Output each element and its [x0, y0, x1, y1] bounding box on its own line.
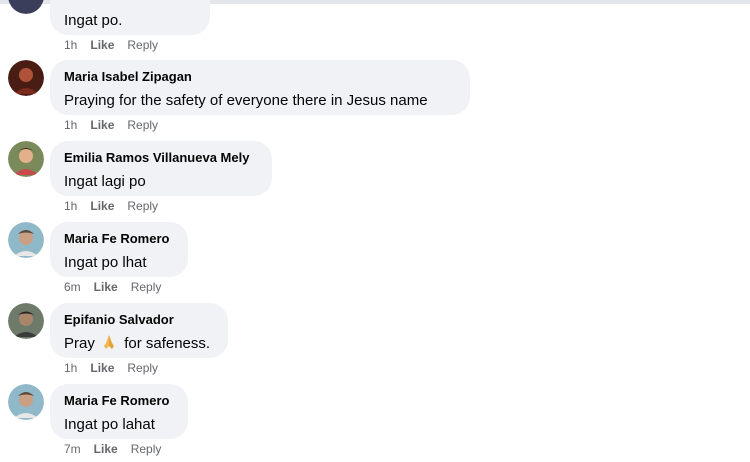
avatar[interactable] [8, 0, 44, 14]
reply-button[interactable]: Reply [131, 279, 162, 295]
comment-actions: 1h Like Reply [64, 117, 171, 133]
avatar[interactable] [8, 60, 44, 96]
reply-button[interactable]: Reply [127, 198, 158, 214]
comment-author[interactable]: Epifanio Salvador [64, 311, 215, 328]
comment-bubble: Maria Isabel Zipagan Praying for the saf… [50, 60, 470, 115]
reply-button[interactable]: Reply [127, 117, 158, 133]
comment-text: Praying for the safety of everyone there… [64, 92, 428, 109]
like-button[interactable]: Like [94, 279, 118, 295]
comment-timestamp[interactable]: 6m [64, 279, 81, 295]
comment-text-after: for safeness. [124, 335, 211, 352]
avatar[interactable] [8, 384, 44, 420]
comment-timestamp[interactable]: 1h [64, 117, 77, 133]
like-button[interactable]: Like [94, 441, 118, 457]
avatar[interactable] [8, 141, 44, 177]
like-button[interactable]: Like [90, 117, 114, 133]
avatar[interactable] [8, 222, 44, 258]
comment-author[interactable]: Maria Isabel Zipagan [64, 68, 457, 85]
comment-text-before: Pray [64, 335, 95, 352]
comment-bubble: Maria Fe Romero Ingat po lhat [50, 222, 188, 277]
like-button[interactable]: Like [90, 198, 114, 214]
like-button[interactable]: Like [90, 360, 114, 376]
comment-bubble: Maria Fe Romero Ingat po lahat [50, 384, 188, 439]
comment-text: Pray for safeness. [64, 333, 215, 355]
comment-text: Ingat lagi po [64, 173, 146, 190]
comment-bubble: Emilia Ramos Villanueva Mely Ingat lagi … [50, 141, 272, 196]
comment-actions: 1h Like Reply [64, 198, 171, 214]
comment-author[interactable]: Emilia Ramos Villanueva Mely [64, 149, 259, 166]
like-button[interactable]: Like [90, 37, 114, 53]
comment-actions: 1h Like Reply [64, 360, 171, 376]
comment-text: Ingat po. [64, 12, 123, 29]
comment-actions: 6m Like Reply [64, 279, 174, 295]
folded-hands-icon [104, 335, 115, 349]
comment-text: Ingat po lhat [64, 254, 147, 271]
reply-button[interactable]: Reply [131, 441, 162, 457]
comment-bubble: Epifanio Salvador Pray for safeness. [50, 303, 228, 358]
comment-author[interactable]: Maria Fe Romero [64, 230, 175, 247]
comment-author[interactable]: Maria Fe Romero [64, 392, 175, 409]
comment-timestamp[interactable]: 1h [64, 198, 77, 214]
comment-timestamp[interactable]: 1h [64, 360, 77, 376]
comment-actions: 7m Like Reply [64, 441, 174, 457]
reply-button[interactable]: Reply [127, 360, 158, 376]
comment-timestamp[interactable]: 7m [64, 441, 81, 457]
comment-actions: 1h Like Reply [64, 37, 171, 53]
avatar[interactable] [8, 303, 44, 339]
comment-timestamp[interactable]: 1h [64, 37, 77, 53]
comment-text: Ingat po lahat [64, 416, 155, 433]
reply-button[interactable]: Reply [127, 37, 158, 53]
comment-bubble: Ingat po. [50, 0, 210, 35]
